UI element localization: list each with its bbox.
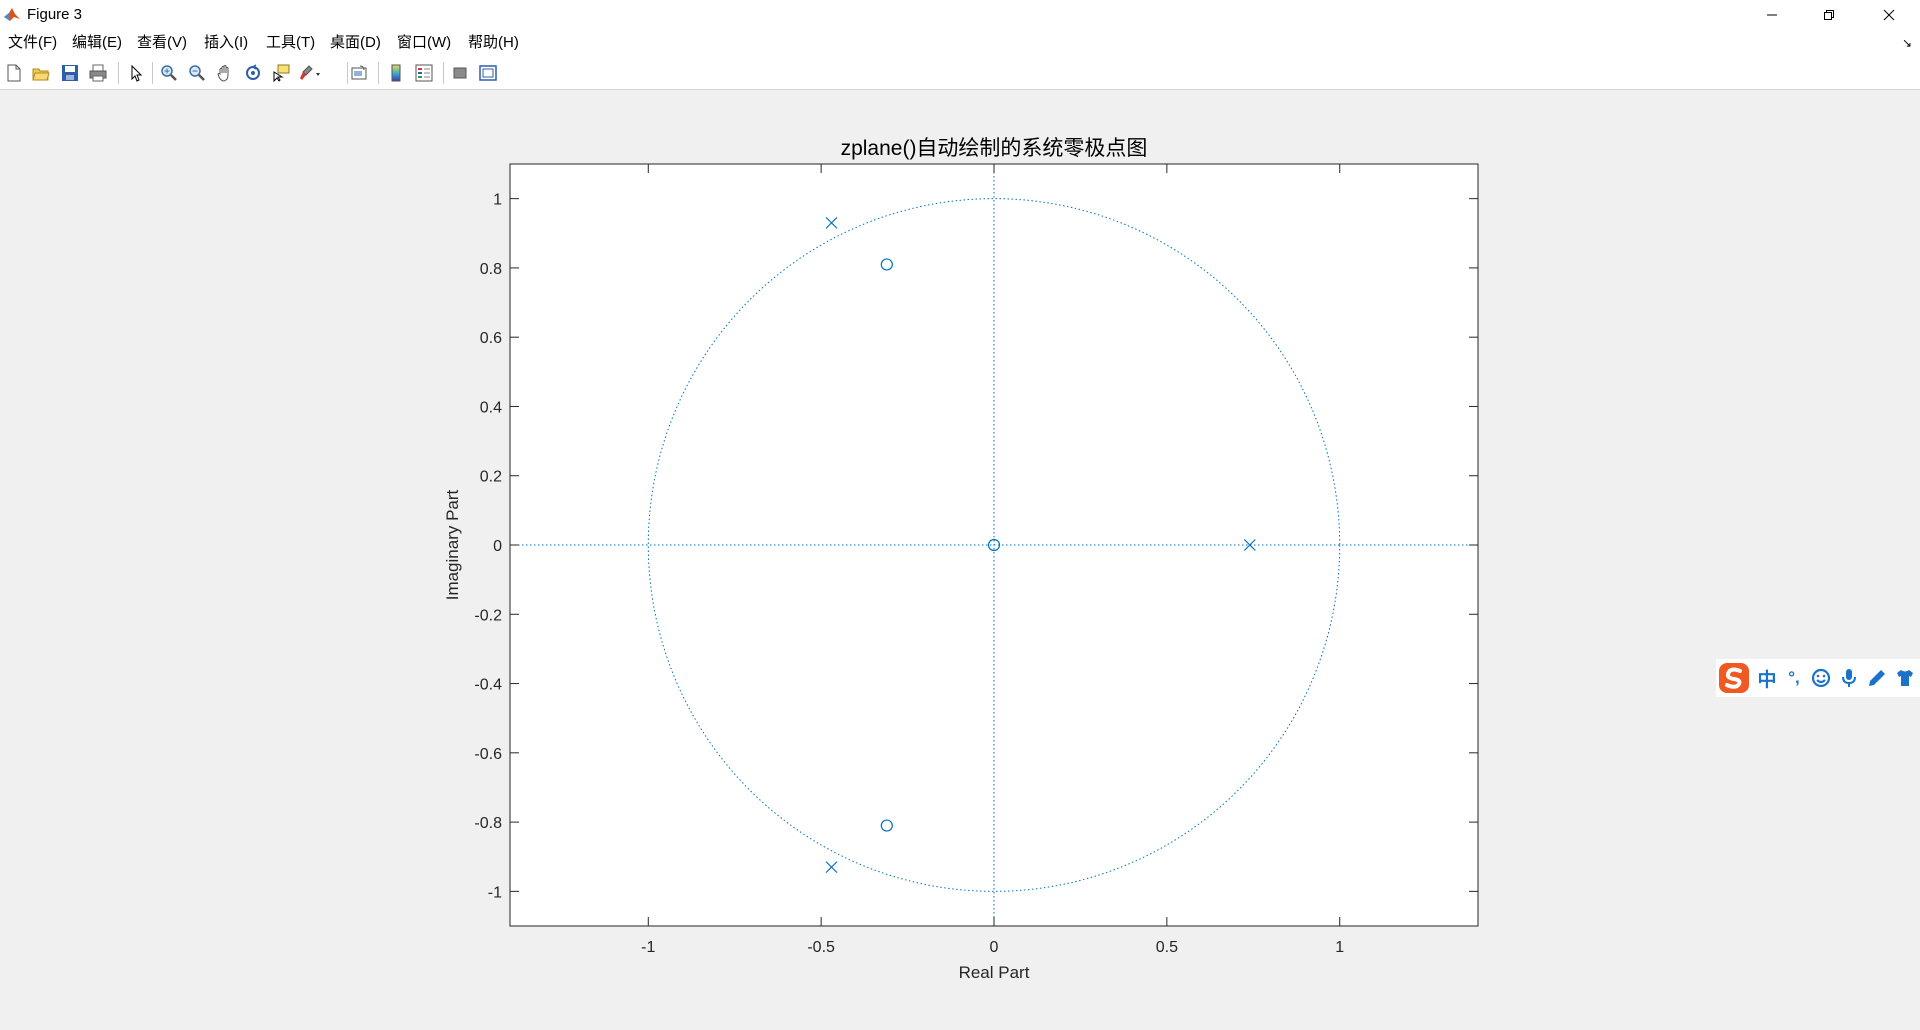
link-plot-icon[interactable] [347, 62, 371, 84]
zplane-plot: -1 -0.5 0 0.5 1 1 0.8 0.6 0.4 0.2 0 -0.2 -0.4 -0.6 -0.… [443, 137, 1479, 982]
menu-insert[interactable]: 插入(I) [204, 33, 248, 53]
zoom-in-icon[interactable] [157, 62, 181, 84]
open-file-icon[interactable] [29, 62, 53, 84]
y-tick-label: 0.2 [480, 469, 502, 486]
microphone-icon[interactable] [1836, 659, 1862, 697]
rotate-3d-icon[interactable] [241, 62, 265, 84]
y-tick-label: 0.6 [480, 330, 502, 347]
chart-title: zplane()自动绘制的系统零极点图 [841, 137, 1148, 160]
y-axis-label: Imaginary Part [443, 489, 462, 600]
figure-canvas: -1 -0.5 0 0.5 1 1 0.8 0.6 0.4 0.2 0 -0.2 -0.4 -0.6 -0.… [0, 90, 1920, 1030]
y-tick-label: -1 [488, 884, 502, 901]
y-tick-label: -0.2 [474, 607, 502, 624]
x-tick-label: 0.5 [1156, 939, 1178, 956]
title-bar: Figure 3 [0, 0, 1920, 29]
menu-help[interactable]: 帮助(H) [468, 33, 519, 53]
y-tick-label: 0.4 [480, 399, 502, 416]
restore-button[interactable] [1800, 0, 1857, 29]
save-icon[interactable] [58, 62, 82, 84]
skin-shirt-icon[interactable] [1892, 659, 1918, 697]
new-figure-icon[interactable] [2, 62, 26, 84]
y-tick-label: -0.4 [474, 677, 502, 694]
toolbar-separator [152, 62, 153, 84]
legend-icon[interactable] [412, 62, 436, 84]
menu-edit[interactable]: 编辑(E) [72, 33, 122, 53]
colorbar-icon[interactable] [384, 62, 408, 84]
ime-punctuation-mode[interactable]: °, [1782, 659, 1806, 697]
y-tick-label: 0.8 [480, 261, 502, 278]
menu-view[interactable]: 查看(V) [137, 33, 187, 53]
y-tick-label: -0.6 [474, 746, 502, 763]
emoji-icon[interactable] [1808, 659, 1834, 697]
menu-window[interactable]: 窗口(W) [397, 33, 451, 53]
brush-icon[interactable] [298, 62, 322, 84]
ime-toolbar: 中 °, [1716, 659, 1920, 697]
x-tick-label: 1 [1335, 939, 1344, 956]
toolbar-separator [118, 62, 119, 84]
dock-arrow-icon[interactable]: ↘ [1902, 36, 1912, 50]
toolbar-separator [378, 62, 379, 84]
menu-desktop[interactable]: 桌面(D) [330, 33, 381, 53]
x-tick-label: 0 [990, 939, 999, 956]
y-tick-label: 1 [493, 192, 502, 209]
ime-chinese-mode[interactable]: 中 [1754, 659, 1780, 697]
close-button[interactable] [1860, 0, 1917, 29]
sogou-logo-icon[interactable] [1716, 659, 1752, 697]
show-plot-tools-icon[interactable] [476, 62, 500, 84]
data-cursor-icon[interactable] [269, 62, 293, 84]
pen-icon[interactable] [1864, 659, 1890, 697]
x-tick-label: -0.5 [807, 939, 835, 956]
minimize-button[interactable] [1743, 0, 1800, 29]
menu-bar: 文件(F) 编辑(E) 查看(V) 插入(I) 工具(T) 桌面(D) 窗口(W… [0, 29, 1920, 57]
edit-plot-arrow-icon[interactable] [124, 62, 148, 84]
y-tick-label: -0.8 [474, 815, 502, 832]
figure-toolbar [0, 57, 1920, 90]
pan-hand-icon[interactable] [213, 62, 237, 84]
x-tick-label: -1 [641, 939, 655, 956]
x-axis-label: Real Part [959, 963, 1030, 982]
matlab-logo-icon [3, 5, 21, 23]
toolbar-separator [443, 62, 444, 84]
print-icon[interactable] [86, 62, 110, 84]
zoom-out-icon[interactable] [185, 62, 209, 84]
y-tick-label: 0 [493, 538, 502, 555]
menu-file[interactable]: 文件(F) [8, 33, 57, 53]
menu-tools[interactable]: 工具(T) [266, 33, 315, 53]
hide-plot-tools-icon[interactable] [448, 62, 472, 84]
window-title: Figure 3 [27, 6, 83, 23]
